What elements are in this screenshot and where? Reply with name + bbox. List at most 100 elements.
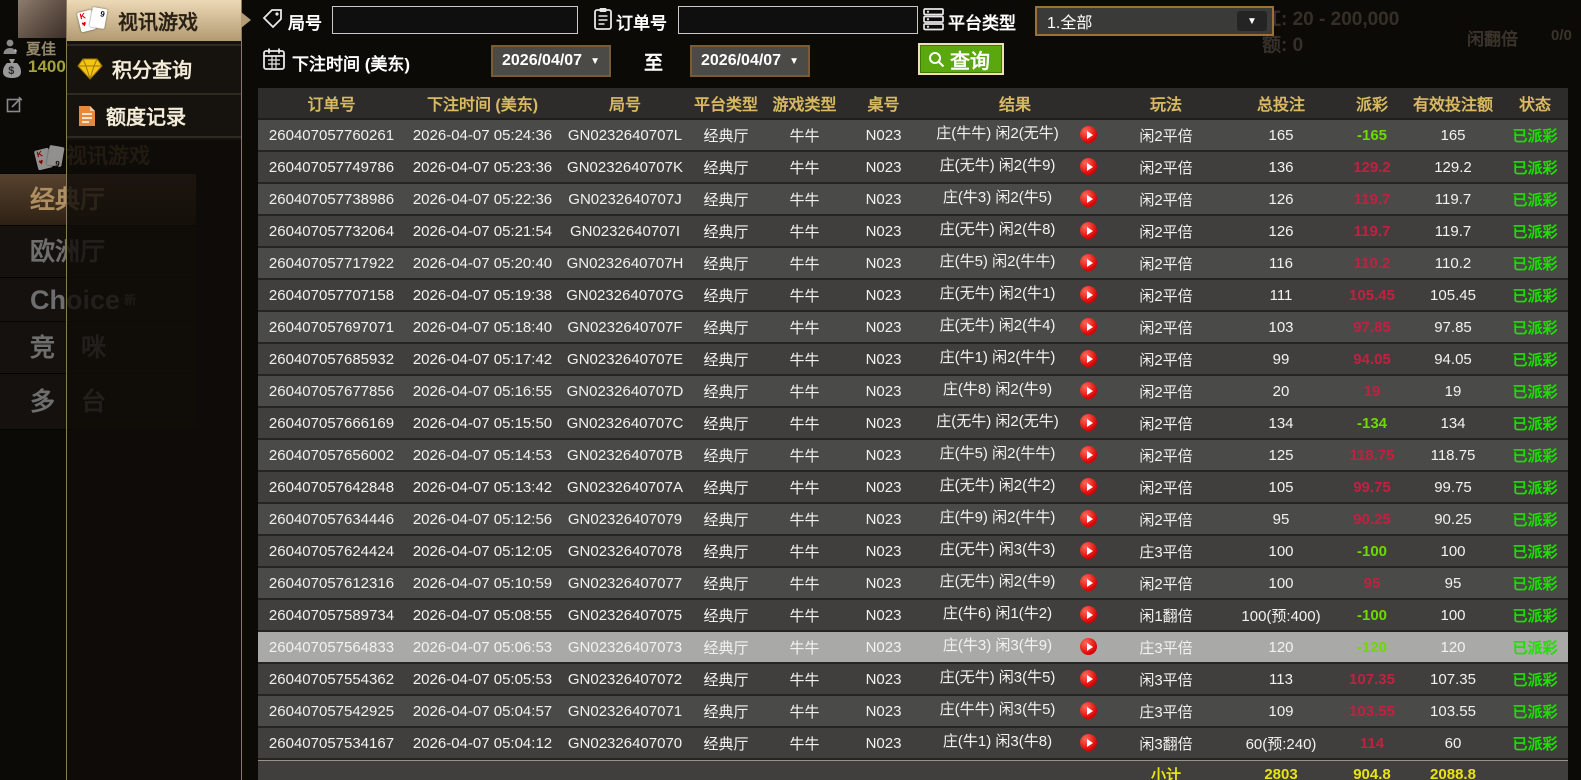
table-number: N023: [847, 376, 920, 408]
valid-bet: 60: [1404, 728, 1502, 760]
platform-type: 经典厅: [690, 600, 762, 632]
total-bet: 126: [1222, 216, 1340, 248]
edit-icon[interactable]: [6, 96, 24, 114]
valid-bet: 94.05: [1404, 344, 1502, 376]
table-number: N023: [847, 664, 920, 696]
table-row[interactable]: 260407057589734 2026-04-07 05:08:55 GN0232…: [258, 600, 1568, 632]
table-row[interactable]: 260407057677856 2026-04-07 05:16:55 GN0232…: [258, 376, 1568, 408]
result-text: 庄(无牛) 闲2(牛9): [939, 573, 1056, 590]
replay-icon[interactable]: [1080, 190, 1097, 207]
table-row[interactable]: 260407057697071 2026-04-07 05:18:40 GN0232…: [258, 312, 1568, 344]
table-row[interactable]: 260407057749786 2026-04-07 05:23:36 GN0232…: [258, 152, 1568, 184]
round-id: GN02326407079: [560, 504, 690, 536]
date-to-picker[interactable]: 2026/04/07 ▼: [690, 45, 810, 77]
platform-type: 经典厅: [690, 568, 762, 600]
table-row[interactable]: 260407057634446 2026-04-07 05:12:56 GN0232…: [258, 504, 1568, 536]
table-row[interactable]: 260407057666169 2026-04-07 05:15:50 GN0232…: [258, 408, 1568, 440]
table-number: N023: [847, 632, 920, 664]
menu-item-credit-records[interactable]: 额度记录: [67, 93, 241, 138]
game-type: 牛牛: [762, 152, 847, 184]
menu-item-points-query[interactable]: 积分查询: [67, 44, 241, 91]
subtotal-bet: 2803: [1222, 760, 1340, 780]
bet-time: 2026-04-07 05:19:38: [405, 280, 560, 312]
bet-time: 2026-04-07 05:21:54: [405, 216, 560, 248]
order-input[interactable]: [678, 6, 918, 34]
replay-icon[interactable]: [1080, 542, 1097, 559]
play-type: 闲3翻倍: [1110, 728, 1222, 760]
game-type: 牛牛: [762, 376, 847, 408]
round-id: GN0232640707K: [560, 152, 690, 184]
column-header: 玩法: [1110, 88, 1222, 120]
replay-icon[interactable]: [1080, 510, 1097, 527]
payout: -165: [1340, 120, 1404, 152]
table-row[interactable]: 260407057685932 2026-04-07 05:17:42 GN0232…: [258, 344, 1568, 376]
replay-icon[interactable]: [1080, 286, 1097, 303]
replay-icon[interactable]: [1080, 478, 1097, 495]
replay-icon[interactable]: [1080, 446, 1097, 463]
search-button[interactable]: 查询: [918, 43, 1004, 75]
round-label: 局号: [288, 14, 322, 33]
table-number: N023: [847, 504, 920, 536]
replay-icon[interactable]: [1080, 606, 1097, 623]
status: 已派彩: [1502, 504, 1568, 536]
replay-icon[interactable]: [1080, 158, 1097, 175]
result-text: 庄(牛6) 闲1(牛2): [942, 605, 1053, 622]
table-row[interactable]: 260407057624424 2026-04-07 05:12:05 GN0232…: [258, 536, 1568, 568]
payout: 90.25: [1340, 504, 1404, 536]
clipboard-icon: [594, 8, 612, 30]
round-id: GN0232640707B: [560, 440, 690, 472]
result-text: 庄(牛9) 闲2(牛牛): [939, 509, 1056, 526]
result-cell: 庄(牛3) 闲3(牛9): [920, 632, 1110, 664]
result-cell: 庄(牛1) 闲3(牛8): [920, 728, 1110, 760]
platform-select[interactable]: 1.全部 ▼: [1035, 6, 1274, 36]
payout: 110.2: [1340, 248, 1404, 280]
table-row[interactable]: 260407057760261 2026-04-07 05:24:36 GN0232…: [258, 120, 1568, 152]
table-row[interactable]: 260407057717922 2026-04-07 05:20:40 GN0232…: [258, 248, 1568, 280]
round-id: GN02326407075: [560, 600, 690, 632]
replay-icon[interactable]: [1080, 414, 1097, 431]
replay-icon[interactable]: [1080, 702, 1097, 719]
order-id: 260407057685932: [258, 344, 405, 376]
total-bet: 20: [1222, 376, 1340, 408]
table-row[interactable]: 260407057707158 2026-04-07 05:19:38 GN0232…: [258, 280, 1568, 312]
replay-icon[interactable]: [1080, 126, 1097, 143]
platform-type: 经典厅: [690, 440, 762, 472]
table-row[interactable]: 260407057554362 2026-04-07 05:05:53 GN0232…: [258, 664, 1568, 696]
replay-icon[interactable]: [1080, 254, 1097, 271]
game-type: 牛牛: [762, 696, 847, 728]
table-row[interactable]: 260407057732064 2026-04-07 05:21:54 GN0232…: [258, 216, 1568, 248]
subtotal-label: 小计: [1110, 760, 1222, 780]
table-row[interactable]: 260407057564833 2026-04-07 05:06:53 GN0232…: [258, 632, 1568, 664]
replay-icon[interactable]: [1080, 350, 1097, 367]
play-type: 闲2平倍: [1110, 280, 1222, 312]
replay-icon[interactable]: [1080, 574, 1097, 591]
bet-time: 2026-04-07 05:04:12: [405, 728, 560, 760]
table-header-row: 订单号 下注时间 (美东) 局号 平台类型 游戏类型 桌号 结果 玩法 总投注 派彩 有效投注额 状态: [258, 88, 1568, 120]
result-cell: 庄(牛5) 闲2(牛牛): [920, 440, 1110, 472]
table-row[interactable]: 260407057642848 2026-04-07 05:13:42 GN0232…: [258, 472, 1568, 504]
game-type: 牛牛: [762, 536, 847, 568]
game-type: 牛牛: [762, 408, 847, 440]
status: 已派彩: [1502, 408, 1568, 440]
replay-icon[interactable]: [1080, 382, 1097, 399]
replay-icon[interactable]: [1080, 638, 1097, 655]
result-text: 庄(无牛) 闲2(牛4): [939, 317, 1056, 334]
table-row[interactable]: 260407057542925 2026-04-07 05:04:57 GN0232…: [258, 696, 1568, 728]
table-row[interactable]: 260407057534167 2026-04-07 05:04:12 GN0232…: [258, 728, 1568, 760]
game-type: 牛牛: [762, 184, 847, 216]
table-row[interactable]: 260407057656002 2026-04-07 05:14:53 GN0232…: [258, 440, 1568, 472]
replay-icon[interactable]: [1080, 734, 1097, 751]
status: 已派彩: [1502, 184, 1568, 216]
game-type: 牛牛: [762, 728, 847, 760]
round-input[interactable]: [332, 6, 578, 34]
replay-icon[interactable]: [1080, 222, 1097, 239]
column-header: 订单号: [258, 88, 405, 120]
total-bet: 100(预:400): [1222, 600, 1340, 632]
table-row[interactable]: 260407057738986 2026-04-07 05:22:36 GN0232…: [258, 184, 1568, 216]
table-row[interactable]: 260407057612316 2026-04-07 05:10:59 GN0232…: [258, 568, 1568, 600]
date-from-picker[interactable]: 2026/04/07 ▼: [491, 45, 611, 77]
menu-item-video-games[interactable]: K ♥ 9 视讯游戏: [67, 0, 251, 41]
replay-icon[interactable]: [1080, 318, 1097, 335]
result-text: 庄(无牛) 闲2(牛1): [939, 285, 1056, 302]
replay-icon[interactable]: [1080, 670, 1097, 687]
